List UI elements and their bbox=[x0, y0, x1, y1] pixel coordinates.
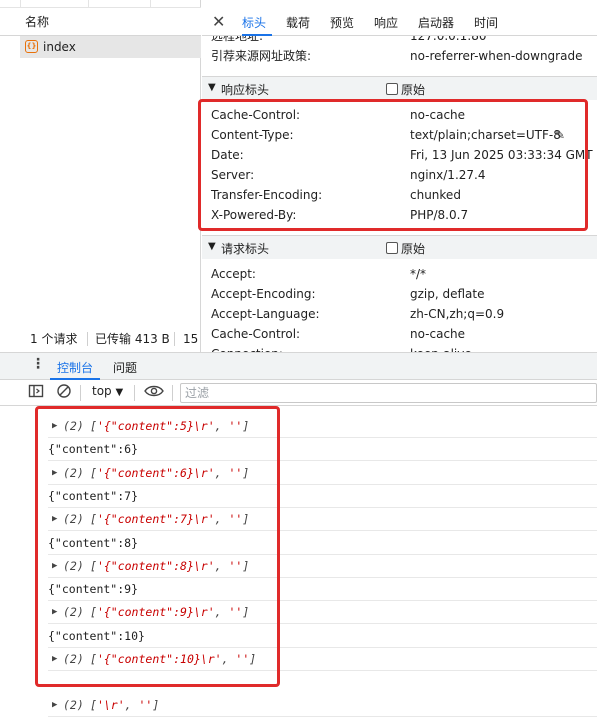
highlight-box-console-output bbox=[35, 406, 280, 687]
context-select[interactable]: top ▼ bbox=[92, 384, 123, 398]
tab-payload[interactable]: 载荷 bbox=[286, 14, 310, 31]
string-value: '\r' bbox=[96, 698, 125, 712]
live-expression-eye-icon[interactable] bbox=[144, 384, 164, 401]
expand-arrow-icon[interactable]: ▶ bbox=[52, 694, 57, 717]
drawer-tabbar: ⋮ 控制台 问题 bbox=[0, 352, 597, 380]
console-toolbar: top ▼ 过滤 bbox=[0, 380, 597, 406]
raw-label: 原始 bbox=[401, 242, 426, 256]
raw-label: 原始 bbox=[401, 83, 426, 97]
sidebar-toggle-icon[interactable] bbox=[28, 383, 44, 402]
request-name: index bbox=[43, 40, 76, 54]
highlight-box-response-headers bbox=[198, 99, 588, 231]
tab-console[interactable]: 控制台 bbox=[57, 359, 93, 376]
raw-checkbox[interactable] bbox=[386, 242, 398, 254]
document-icon: {} bbox=[25, 40, 38, 53]
triangle-down-icon: ▼ bbox=[208, 241, 216, 252]
section-title: 响应标头 bbox=[221, 83, 270, 97]
request-list: 名称 {} index 1 个请求 已传输 413 B 15 bbox=[0, 0, 201, 352]
details-tabbar: ✕ 标头 载荷 预览 响应 启动器 时间 bbox=[202, 8, 597, 36]
request-row-index[interactable]: {} index bbox=[20, 36, 201, 58]
filter-input[interactable]: 过滤 bbox=[180, 383, 597, 403]
tab-timing[interactable]: 时间 bbox=[474, 14, 498, 31]
triangle-down-icon: ▼ bbox=[208, 82, 216, 93]
active-tab-indicator bbox=[242, 34, 272, 36]
more-menu-icon[interactable]: ⋮ bbox=[31, 356, 45, 372]
tab-response[interactable]: 响应 bbox=[374, 14, 398, 31]
name-column-header[interactable]: 名称 bbox=[0, 8, 201, 36]
array-length: (2) bbox=[63, 698, 84, 712]
clear-console-icon[interactable] bbox=[56, 383, 72, 402]
tab-initiator[interactable]: 启动器 bbox=[418, 14, 454, 31]
tab-preview[interactable]: 预览 bbox=[330, 14, 354, 31]
status-bar: 1 个请求 已传输 413 B 15 bbox=[20, 328, 201, 350]
log-entry-array[interactable]: ▶ (2) ['\r', ''] bbox=[48, 694, 597, 717]
tab-issues[interactable]: 问题 bbox=[113, 359, 137, 376]
transferred-size: 已传输 413 B bbox=[95, 332, 170, 346]
request-count: 1 个请求 bbox=[30, 332, 78, 346]
status-extra: 15 bbox=[183, 332, 199, 346]
dropdown-arrow-icon: ▼ bbox=[115, 387, 124, 398]
section-title: 请求标头 bbox=[221, 242, 270, 256]
close-icon[interactable]: ✕ bbox=[212, 12, 225, 31]
tab-headers[interactable]: 标头 bbox=[242, 14, 266, 31]
column-strip bbox=[0, 0, 201, 8]
request-headers-section[interactable]: ▼ 请求标头 原始 bbox=[202, 235, 597, 259]
raw-checkbox[interactable] bbox=[386, 83, 398, 95]
array-preview: ['\r', ''] bbox=[90, 698, 160, 712]
string-value: '' bbox=[138, 698, 153, 712]
response-headers-section[interactable]: ▼ 响应标头 原始 bbox=[202, 76, 597, 100]
